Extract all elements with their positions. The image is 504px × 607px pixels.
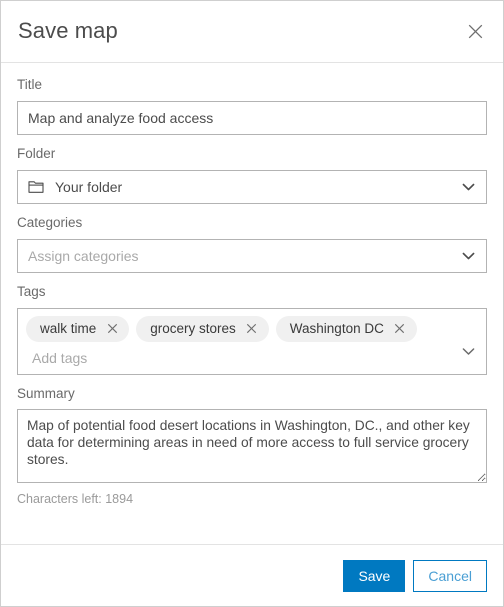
summary-textarea[interactable] bbox=[17, 409, 487, 484]
tag-chip-label: grocery stores bbox=[150, 320, 236, 336]
field-categories: Categories Assign categories bbox=[17, 215, 487, 273]
dialog-header: Save map bbox=[1, 1, 503, 63]
chevron-down-icon bbox=[462, 182, 475, 191]
close-icon[interactable] bbox=[105, 322, 119, 336]
tag-chip-list: walk time grocery stores Washington DC bbox=[26, 315, 452, 342]
categories-label: Categories bbox=[17, 214, 83, 230]
chevron-down-icon bbox=[462, 251, 475, 260]
save-map-dialog: Save map Title Folder bbox=[0, 0, 504, 607]
folder-value: Your folder bbox=[55, 178, 123, 195]
tags-container[interactable]: walk time grocery stores Washington DC A… bbox=[17, 307, 487, 375]
folder-icon bbox=[28, 180, 44, 194]
tag-chip-label: walk time bbox=[40, 320, 97, 336]
categories-placeholder: Assign categories bbox=[28, 247, 139, 264]
characters-left-text: Characters left: 1894 bbox=[17, 492, 134, 507]
summary-label: Summary bbox=[17, 385, 75, 401]
tag-chip: grocery stores bbox=[136, 315, 269, 342]
folder-select[interactable]: Your folder bbox=[17, 169, 487, 204]
chevron-down-icon bbox=[462, 347, 475, 356]
cancel-button[interactable]: Cancel bbox=[413, 559, 487, 592]
categories-select[interactable]: Assign categories bbox=[17, 238, 487, 273]
field-tags: Tags walk time grocery stores Washington… bbox=[17, 284, 487, 375]
title-label: Title bbox=[17, 77, 43, 92]
title-input[interactable] bbox=[17, 100, 487, 135]
tags-label: Tags bbox=[17, 283, 46, 299]
close-icon[interactable] bbox=[245, 322, 259, 336]
close-button[interactable] bbox=[461, 18, 489, 46]
dialog-footer: Save Cancel bbox=[1, 544, 503, 606]
close-icon[interactable] bbox=[393, 322, 407, 336]
tag-chip-label: Washington DC bbox=[289, 320, 384, 336]
page-title: Save map bbox=[18, 18, 118, 44]
save-button[interactable]: Save bbox=[343, 559, 406, 592]
field-summary: Summary Characters left: 1894 bbox=[17, 386, 487, 508]
field-title: Title bbox=[17, 77, 487, 135]
close-icon bbox=[467, 23, 484, 40]
field-folder: Folder Your folder bbox=[17, 146, 487, 204]
tag-chip: walk time bbox=[26, 315, 130, 342]
folder-label: Folder bbox=[17, 145, 56, 161]
tag-chip: Washington DC bbox=[275, 315, 417, 342]
dialog-body: Title Folder Your folder bbox=[1, 63, 503, 544]
add-tags-input[interactable] bbox=[26, 347, 452, 368]
